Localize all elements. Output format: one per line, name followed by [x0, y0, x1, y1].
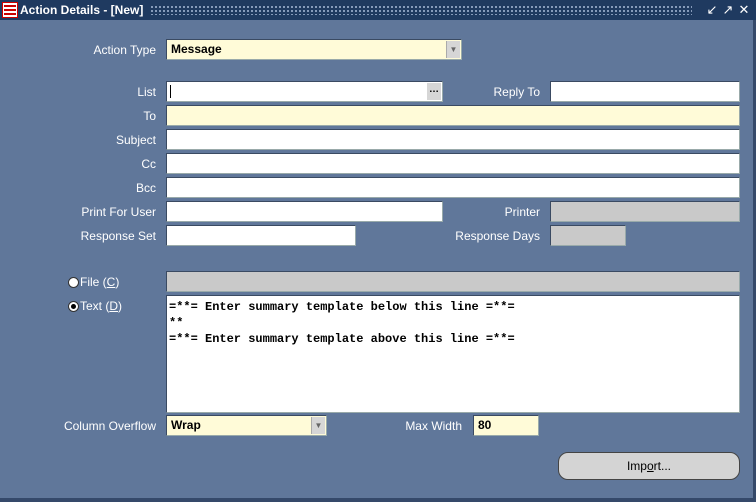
- minimize-icon[interactable]: ↙: [704, 2, 720, 18]
- maximize-icon[interactable]: ↗: [720, 2, 736, 18]
- template-line: =**= Enter summary template above this l…: [169, 332, 515, 346]
- window-title: Action Details - [New]: [20, 3, 144, 17]
- action-type-select[interactable]: Message ▼: [166, 39, 462, 60]
- text-radio-button[interactable]: [68, 300, 79, 312]
- file-radio[interactable]: File (C): [68, 275, 119, 289]
- list-label: List: [137, 85, 156, 99]
- response-days-label: Response Days: [455, 229, 540, 243]
- template-line: =**= Enter summary template below this l…: [169, 300, 515, 314]
- titlebar-pattern: [150, 5, 692, 15]
- dropdown-arrow-icon[interactable]: ▼: [311, 417, 325, 434]
- bcc-label: Bcc: [135, 181, 156, 195]
- print-for-user-label: Print For User: [81, 205, 156, 219]
- subject-label: Subject: [115, 133, 156, 147]
- to-input[interactable]: [166, 105, 740, 126]
- reply-to-label: Reply To: [493, 85, 540, 99]
- oracle-forms-icon: [2, 2, 18, 18]
- printer-input: [550, 201, 740, 222]
- cc-label: Cc: [141, 157, 156, 171]
- response-set-label: Response Set: [80, 229, 156, 243]
- reply-to-input[interactable]: [550, 81, 740, 102]
- max-width-input[interactable]: 80: [473, 415, 539, 436]
- to-label: To: [143, 109, 156, 123]
- file-radio-label: File (C): [80, 275, 120, 289]
- action-type-label: Action Type: [93, 43, 156, 57]
- ellipsis-icon[interactable]: …: [427, 83, 441, 100]
- column-overflow-label: Column Overflow: [63, 419, 156, 433]
- print-for-user-input[interactable]: [166, 201, 443, 222]
- subject-input[interactable]: [166, 129, 740, 150]
- import-button[interactable]: Import...: [558, 452, 740, 480]
- column-overflow-select[interactable]: Wrap ▼: [166, 415, 327, 436]
- window-frame-bottom: [0, 498, 756, 502]
- text-cursor: [170, 85, 171, 98]
- max-width-label: Max Width: [405, 419, 462, 433]
- close-icon[interactable]: ✕: [736, 2, 752, 18]
- list-input[interactable]: …: [166, 81, 443, 102]
- response-set-input[interactable]: [166, 225, 356, 246]
- response-days-input: [550, 225, 626, 246]
- max-width-value: 80: [478, 418, 492, 432]
- summary-template-textarea[interactable]: =**= Enter summary template below this l…: [166, 295, 740, 413]
- window-titlebar[interactable]: Action Details - [New] ↙ ↗ ✕: [0, 0, 756, 20]
- column-overflow-value: Wrap: [171, 418, 201, 432]
- file-path-input: [166, 271, 740, 292]
- bcc-input[interactable]: [166, 177, 740, 198]
- file-radio-button[interactable]: [68, 276, 79, 288]
- dropdown-arrow-icon[interactable]: ▼: [446, 41, 460, 58]
- text-radio-label: Text (D): [80, 299, 123, 313]
- printer-label: Printer: [504, 205, 540, 219]
- template-line: **: [169, 316, 184, 330]
- cc-input[interactable]: [166, 153, 740, 174]
- text-radio[interactable]: Text (D): [68, 299, 122, 313]
- action-type-value: Message: [171, 42, 222, 56]
